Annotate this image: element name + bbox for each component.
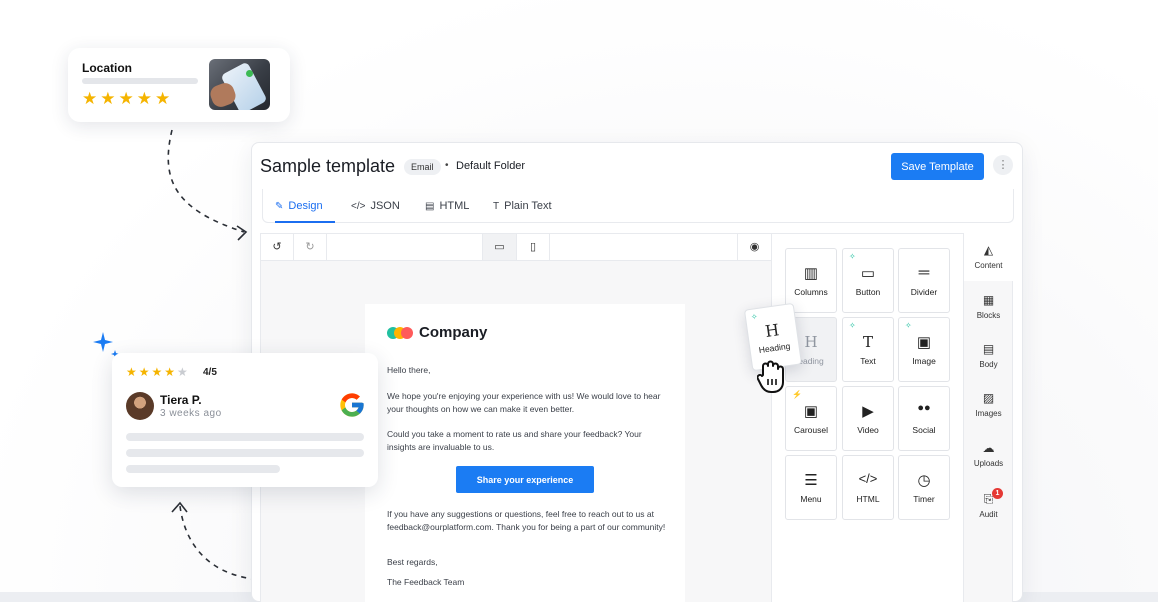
active-tab-indicator — [275, 221, 335, 223]
star-rating: ★★★★★ — [82, 89, 174, 108]
grab-hand-icon — [757, 360, 784, 393]
tool-menu[interactable]: ☰ Menu — [785, 455, 837, 520]
placeholder-line — [126, 465, 280, 473]
side-item-images[interactable]: ▨ Images — [964, 381, 1013, 429]
bolt-icon: ⚡ — [792, 390, 802, 399]
tab-html[interactable]: ▤ HTML — [425, 200, 469, 212]
review-time: 3 weeks ago — [160, 408, 222, 419]
notification-badge: 1 — [992, 488, 1003, 499]
placeholder-line — [126, 449, 364, 457]
timer-icon: ◷ — [917, 472, 931, 489]
side-item-body[interactable]: ▤ Body — [964, 332, 1013, 380]
social-icon: ●● — [917, 402, 931, 414]
sparkle-icon: ✧ — [750, 311, 759, 322]
image-icon: ▣ — [916, 334, 932, 351]
tool-carousel[interactable]: ⚡ ▣ Carousel — [785, 386, 837, 451]
save-template-button[interactable]: Save Template — [891, 153, 984, 180]
tool-video[interactable]: ▶ Video — [842, 386, 894, 451]
tool-social[interactable]: ●● Social — [898, 386, 950, 451]
tool-html[interactable]: </> HTML — [842, 455, 894, 520]
html-icon: ▤ — [425, 201, 435, 212]
rating-score: 4/5 — [203, 367, 217, 378]
undo-icon[interactable]: ↺ — [261, 234, 294, 260]
cloud-upload-icon: ☁ — [982, 441, 995, 455]
email-signature: The Feedback Team — [387, 577, 465, 587]
side-item-blocks[interactable]: ▦ Blocks — [964, 283, 1013, 331]
placeholder-line — [126, 433, 364, 441]
more-options-icon[interactable]: ⋮ — [993, 155, 1013, 175]
shapes-icon: ◭ — [983, 243, 994, 257]
tool-button[interactable]: ✧ ▭ Button — [842, 248, 894, 313]
email-paragraph: We hope you're enjoying your experience … — [387, 391, 661, 414]
desktop-view-icon[interactable]: ▭ — [482, 234, 516, 260]
google-icon — [340, 393, 364, 417]
tool-image[interactable]: ✧ ▣ Image — [898, 317, 950, 382]
tab-design[interactable]: ✎ Design — [275, 200, 323, 212]
side-item-uploads[interactable]: ☁ Uploads — [964, 431, 1013, 479]
columns-icon: ▥ — [803, 265, 819, 282]
location-title: Location — [82, 61, 132, 75]
heading-icon: H — [763, 320, 781, 341]
side-item-content[interactable]: ◭ Content — [964, 233, 1013, 281]
text-icon: T — [862, 333, 873, 351]
content-tools-panel: ▥ Columns ✧ ▭ Button ═ Divider Heading ✧ T Tex… — [772, 233, 964, 602]
video-icon: ▶ — [862, 403, 874, 420]
tool-columns[interactable]: ▥ Columns — [785, 248, 837, 313]
phone-map-photo — [209, 59, 270, 110]
sparkle-icon: ✧ — [905, 321, 912, 330]
star-rating: ★★★★★ — [126, 365, 190, 379]
side-nav: ◭ Content ▦ Blocks ▤ Body ▨ Images ☁ Uploads … — [964, 233, 1013, 602]
blocks-icon: ▦ — [982, 293, 995, 307]
tool-timer[interactable]: ◷ Timer — [898, 455, 950, 520]
page-title: Sample template — [260, 156, 396, 176]
placeholder-bar — [82, 78, 198, 84]
body-icon: ▤ — [982, 342, 995, 356]
email-greeting: Hello there, — [387, 365, 431, 375]
tab-json[interactable]: </> JSON — [351, 200, 400, 212]
review-card: ★★★★★ 4/5 Tiera P. 3 weeks ago — [112, 353, 378, 487]
images-icon: ▨ — [982, 391, 995, 405]
reviewer-name: Tiera P. — [160, 393, 202, 407]
share-experience-button[interactable]: Share your experience — [456, 466, 594, 493]
location-card: Location ★★★★★ — [68, 48, 290, 122]
button-icon: ▭ — [860, 265, 876, 282]
audit-icon: ⎘ — [983, 492, 994, 506]
canvas-toolbar: ↺ ↻ ▭ ▯ ◉ — [261, 234, 771, 261]
text-icon: T — [493, 201, 500, 212]
folder-label[interactable]: Default Folder — [456, 160, 525, 172]
preview-eye-icon[interactable]: ◉ — [737, 234, 771, 260]
email-preview: Company Hello there, We hope you're enjo… — [365, 304, 685, 602]
sparkle-icon: ✧ — [849, 321, 856, 330]
editor-tabs: ✎ Design </> JSON ▤ HTML T Plain Text — [262, 189, 1014, 223]
divider-icon: ═ — [918, 264, 930, 281]
avatar — [126, 392, 154, 420]
tool-divider[interactable]: ═ Divider — [898, 248, 950, 313]
tab-plain-text[interactable]: T Plain Text — [493, 200, 552, 212]
carousel-icon: ▣ — [803, 403, 819, 420]
type-badge: Email — [404, 159, 441, 175]
code-icon: </> — [858, 471, 878, 486]
company-logo: Company — [387, 324, 487, 341]
side-item-audit[interactable]: ⎘ 1 Audit — [964, 482, 1013, 530]
mobile-view-icon[interactable]: ▯ — [516, 234, 550, 260]
brush-icon: ✎ — [275, 201, 284, 212]
sparkle-icon: ✧ — [849, 252, 856, 261]
code-icon: </> — [351, 201, 366, 212]
separator: • — [445, 160, 449, 171]
tool-text[interactable]: ✧ T Text — [842, 317, 894, 382]
email-paragraph: If you have any suggestions or questions… — [387, 509, 666, 532]
email-paragraph: Could you take a moment to rate us and s… — [387, 429, 642, 452]
redo-icon[interactable]: ↻ — [294, 234, 327, 260]
email-closing: Best regards, — [387, 557, 438, 567]
menu-icon: ☰ — [804, 472, 818, 489]
